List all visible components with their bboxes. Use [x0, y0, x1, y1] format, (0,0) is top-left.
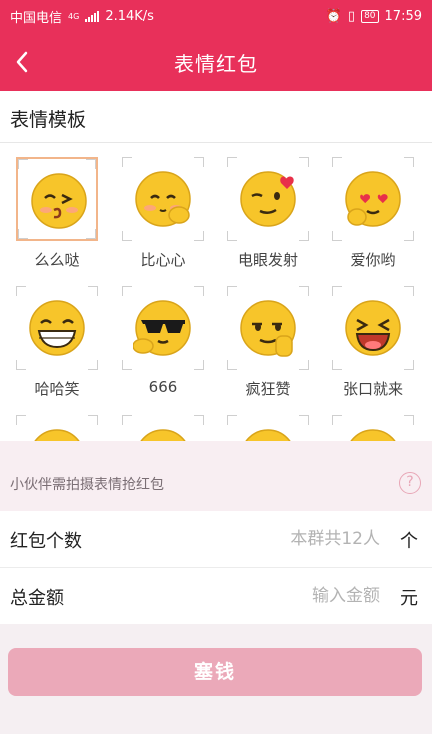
- battery-level: 80: [364, 11, 376, 21]
- sticker-label: 张口就来: [342, 380, 403, 398]
- submit-button[interactable]: 塞钱: [8, 648, 422, 696]
- sticker-frame: [16, 157, 98, 241]
- count-label: 红包个数: [10, 531, 82, 552]
- sticker-frame: [122, 286, 204, 370]
- sticker-label: 比心心: [140, 251, 186, 269]
- sticker-frame: [16, 415, 98, 441]
- sticker-label: 疯狂赞: [245, 380, 291, 398]
- sticker-frame: [122, 157, 204, 241]
- sticker-item[interactable]: 张口就来: [332, 286, 414, 404]
- clock: 17:59: [384, 9, 422, 24]
- thumbs-up-face-icon: [238, 298, 298, 358]
- alarm-icon: ⏰: [325, 9, 342, 24]
- sticker-frame: [332, 157, 414, 241]
- laughing-face-icon: [343, 298, 403, 358]
- sticker-frame: [227, 415, 309, 441]
- network-type: 4G: [68, 12, 80, 21]
- amount-label: 总金额: [10, 588, 64, 609]
- hint-bar: 小伙伴需拍摄表情抢红包 ?: [0, 441, 432, 511]
- sticker-item[interactable]: 么么哒: [16, 157, 98, 275]
- sticker-item[interactable]: 电眼发射: [227, 157, 309, 275]
- sticker-item[interactable]: 比心心: [122, 157, 204, 275]
- smiling-face-icon: [27, 427, 87, 441]
- amount-input[interactable]: [180, 582, 380, 610]
- sticker-label: 666: [148, 378, 178, 396]
- sticker-item[interactable]: [16, 415, 98, 441]
- heart-eyes-face-icon: [343, 169, 403, 229]
- sticker-frame: [332, 286, 414, 370]
- count-unit: 个: [400, 531, 418, 552]
- hint-text: 小伙伴需拍摄表情抢红包: [10, 477, 164, 493]
- winking-face-icon: [238, 169, 298, 229]
- sticker-label: 爱你哟: [350, 251, 396, 269]
- sticker-frame: [16, 286, 98, 370]
- sticker-label: 电眼发射: [237, 251, 298, 269]
- sticker-frame: [122, 415, 204, 441]
- finger-heart-face-icon: [133, 169, 193, 229]
- help-icon[interactable]: ?: [399, 472, 421, 494]
- smiling-face-icon: [343, 427, 403, 441]
- vibrate-icon: ▯: [347, 9, 356, 24]
- sunglasses-face-icon: [132, 298, 193, 358]
- battery-icon: 80: [361, 10, 379, 23]
- grinning-face-icon: [27, 298, 87, 358]
- kissing-face-icon: [29, 171, 89, 231]
- sticker-item[interactable]: [227, 415, 309, 441]
- sticker-frame: [227, 286, 309, 370]
- status-bar: 中国电信 4G 2.14K/s ⏰ ▯ 80 17:59: [0, 0, 432, 33]
- carrier-name: 中国电信: [10, 11, 63, 26]
- sticker-item[interactable]: 哈哈笑: [16, 286, 98, 404]
- sticker-frame: [227, 157, 309, 241]
- amount-row: 总金额 元: [0, 568, 432, 624]
- sticker-item[interactable]: 爱你哟: [332, 157, 414, 275]
- count-input[interactable]: [180, 525, 380, 553]
- network-speed: 2.14K/s: [105, 9, 154, 24]
- sticker-grid: 么么哒 比心心 电眼发射 爱你哟哈哈笑 666 疯狂赞 张口就来: [0, 143, 432, 441]
- sticker-item[interactable]: [122, 415, 204, 441]
- sticker-label: 哈哈笑: [34, 380, 80, 398]
- count-row: 红包个数 个: [0, 511, 432, 567]
- signal-icon: [85, 11, 100, 22]
- sticker-item[interactable]: 666: [122, 286, 204, 404]
- sticker-frame: [332, 415, 414, 441]
- amount-unit: 元: [400, 588, 418, 609]
- nav-bar: 表情红包: [0, 33, 432, 91]
- sticker-item[interactable]: 疯狂赞: [227, 286, 309, 404]
- smiling-face-icon: [133, 427, 193, 441]
- page-title: 表情红包: [174, 52, 258, 76]
- smiling-face-icon: [238, 427, 298, 441]
- sticker-label: 么么哒: [34, 251, 80, 269]
- template-section-title: 表情模板: [0, 91, 432, 143]
- sticker-item[interactable]: [332, 415, 414, 441]
